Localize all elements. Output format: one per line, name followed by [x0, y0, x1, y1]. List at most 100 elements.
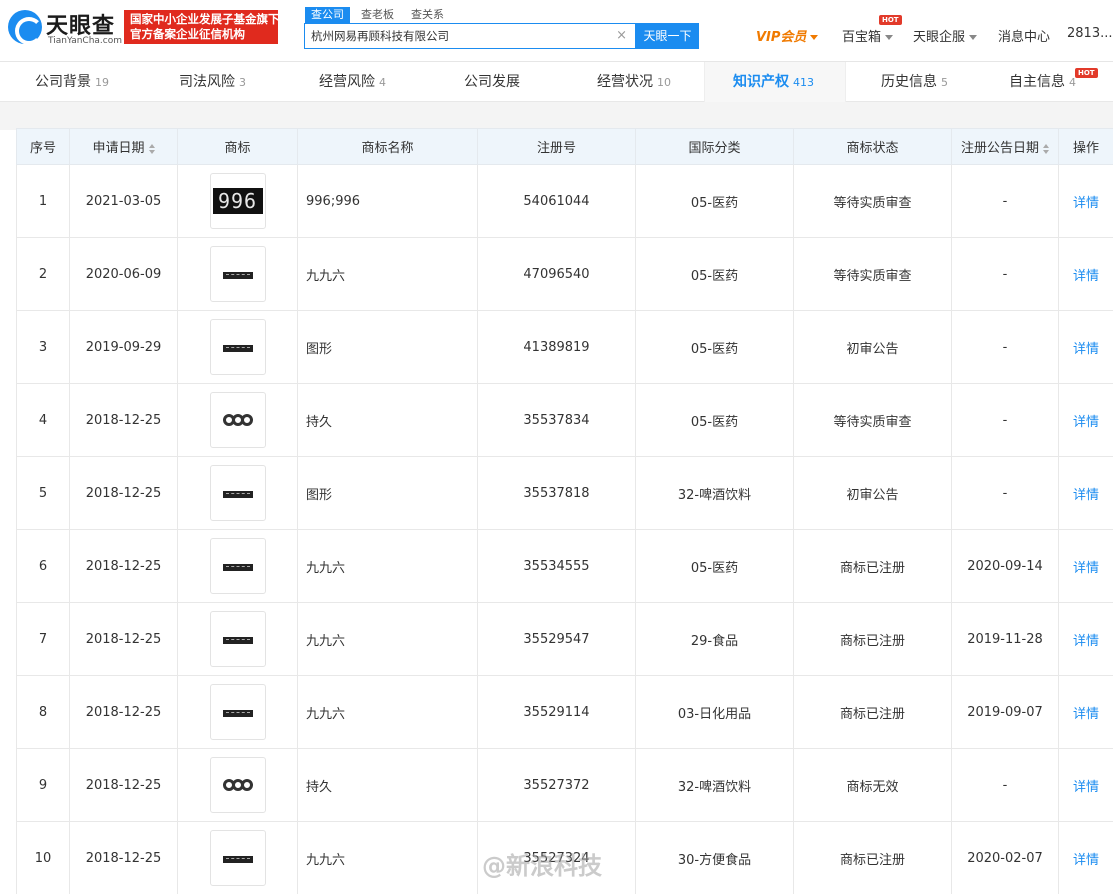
trademark-table: 序号 申请日期 商标 商标名称 注册号 国际分类 商标状态 注册公告日期 操作 … — [16, 128, 1113, 894]
tab-operating-risk[interactable]: 经营风险 4 — [319, 62, 386, 102]
cell-logo — [177, 748, 298, 822]
trademark-thumbnail[interactable] — [209, 684, 266, 740]
trademark-thumbnail[interactable] — [209, 830, 266, 886]
detail-link[interactable]: 详情 — [1073, 853, 1099, 868]
cell-class: 05-医药 — [635, 310, 794, 384]
tab-company-background[interactable]: 公司背景 19 — [35, 62, 109, 102]
cell-logo — [177, 529, 298, 603]
tab-self-info[interactable]: 自主信息 4 — [1009, 62, 1076, 102]
trademark-rings-image — [222, 779, 253, 791]
tab-company-development[interactable]: 公司发展 — [464, 62, 524, 102]
cell-no: 10 — [16, 821, 70, 894]
cell-trademark-name: 九九六 — [297, 237, 478, 311]
cell-logo: 996 — [177, 164, 298, 238]
cell-pub-date: - — [951, 237, 1059, 311]
cell-reg-no: 54061044 — [477, 164, 636, 238]
col-header-logo: 商标 — [177, 128, 298, 165]
vip-label: VIP会员 — [756, 30, 807, 45]
detail-link[interactable]: 详情 — [1073, 561, 1099, 576]
table-header-row: 序号 申请日期 商标 商标名称 注册号 国际分类 商标状态 注册公告日期 操作 — [16, 128, 1113, 165]
cell-reg-no: 35537818 — [477, 456, 636, 530]
tab-operating-status[interactable]: 经营状况 10 — [597, 62, 671, 102]
tab-legal-risk[interactable]: 司法风险 3 — [179, 62, 246, 102]
user-account[interactable]: 2813... — [1067, 26, 1112, 44]
cell-no: 7 — [16, 602, 70, 676]
site-logo[interactable]: 天眼查 TianYanCha.com — [8, 6, 122, 50]
cell-logo — [177, 383, 298, 457]
detail-link[interactable]: 详情 — [1073, 488, 1099, 503]
cell-status: 商标已注册 — [793, 529, 952, 603]
col-header-apply-date[interactable]: 申请日期 — [69, 128, 178, 165]
logo-icon — [8, 10, 43, 45]
cell-pub-date: 2019-09-07 — [951, 675, 1059, 749]
baibao-label: 百宝箱 — [842, 30, 882, 45]
detail-link[interactable]: 详情 — [1073, 780, 1099, 795]
table-row: 7 2018-12-25 九九六 35529547 29-食品 商标已注册 2019-11-… — [16, 602, 1113, 676]
search-tab-relation[interactable]: 查关系 — [411, 7, 444, 23]
sort-icon[interactable] — [148, 143, 155, 154]
cell-trademark-name: 九九六 — [297, 821, 478, 894]
detail-link[interactable]: 详情 — [1073, 196, 1099, 211]
cell-no: 5 — [16, 456, 70, 530]
trademark-thumbnail[interactable] — [209, 319, 266, 375]
cell-apply-date: 2019-09-29 — [69, 310, 178, 384]
cell-class: 32-啤酒饮料 — [635, 456, 794, 530]
cell-no: 6 — [16, 529, 70, 603]
trademark-thumbnail[interactable]: 996 — [209, 173, 266, 229]
cell-class: 05-医药 — [635, 237, 794, 311]
cell-action: 详情 — [1058, 529, 1113, 603]
search-button[interactable]: 天眼一下 — [636, 23, 699, 49]
logo-domain: TianYanCha.com — [48, 36, 123, 46]
search-box: × — [304, 23, 636, 49]
trademark-thumbnail[interactable] — [209, 246, 266, 302]
cell-action: 详情 — [1058, 821, 1113, 894]
cell-class: 05-医药 — [635, 383, 794, 457]
trademark-thumbnail[interactable] — [209, 538, 266, 594]
hot-badge: HOT — [879, 15, 902, 25]
baibao-menu[interactable]: 百宝箱 — [842, 26, 894, 45]
sort-icon[interactable] — [1043, 143, 1049, 154]
tab-intellectual-property[interactable]: 知识产权 413 — [733, 62, 814, 102]
message-center-link[interactable]: 消息中心 — [998, 26, 1050, 45]
tab-history[interactable]: 历史信息 5 — [881, 62, 948, 102]
cell-class: 05-医药 — [635, 164, 794, 238]
cell-no: 8 — [16, 675, 70, 749]
col-header-pub-date[interactable]: 注册公告日期 — [951, 128, 1059, 165]
trademark-thumbnail[interactable] — [209, 757, 266, 813]
cell-no: 4 — [16, 383, 70, 457]
cell-trademark-name: 九九六 — [297, 602, 478, 676]
cell-apply-date: 2018-12-25 — [69, 602, 178, 676]
cell-class: 03-日化用品 — [635, 675, 794, 749]
search-tab-company[interactable]: 查公司 — [305, 7, 350, 23]
detail-link[interactable]: 详情 — [1073, 415, 1099, 430]
trademark-thumbnail[interactable] — [209, 392, 266, 448]
cell-logo — [177, 456, 298, 530]
trademark-thumbnail[interactable] — [209, 611, 266, 667]
trademark-thumbnail[interactable] — [209, 465, 266, 521]
cell-status: 商标已注册 — [793, 821, 952, 894]
cell-apply-date: 2021-03-05 — [69, 164, 178, 238]
detail-link[interactable]: 详情 — [1073, 707, 1099, 722]
vip-menu[interactable]: VIP会员 — [756, 26, 819, 45]
cell-status: 等待实质审查 — [793, 237, 952, 311]
cell-logo — [177, 237, 298, 311]
weibo-watermark: @新浪科技 — [482, 852, 602, 880]
search-input[interactable] — [305, 24, 605, 48]
cell-action: 详情 — [1058, 383, 1113, 457]
detail-link[interactable]: 详情 — [1073, 342, 1099, 357]
cell-logo — [177, 675, 298, 749]
cell-apply-date: 2018-12-25 — [69, 456, 178, 530]
qiye-menu[interactable]: 天眼企服 — [913, 26, 978, 45]
detail-link[interactable]: 详情 — [1073, 269, 1099, 284]
cell-status: 商标无效 — [793, 748, 952, 822]
cell-trademark-name: 996;996 — [297, 164, 478, 238]
cell-status: 商标已注册 — [793, 675, 952, 749]
cell-status: 商标已注册 — [793, 602, 952, 676]
detail-link[interactable]: 详情 — [1073, 634, 1099, 649]
cell-action: 详情 — [1058, 237, 1113, 311]
search-tab-boss[interactable]: 查老板 — [361, 7, 394, 23]
cell-apply-date: 2018-12-25 — [69, 675, 178, 749]
cell-pub-date: 2020-09-14 — [951, 529, 1059, 603]
clear-icon[interactable]: × — [616, 28, 627, 43]
top-header: 天眼查 TianYanCha.com 国家中小企业发展子基金旗下 官方备案企业征… — [0, 0, 1113, 62]
